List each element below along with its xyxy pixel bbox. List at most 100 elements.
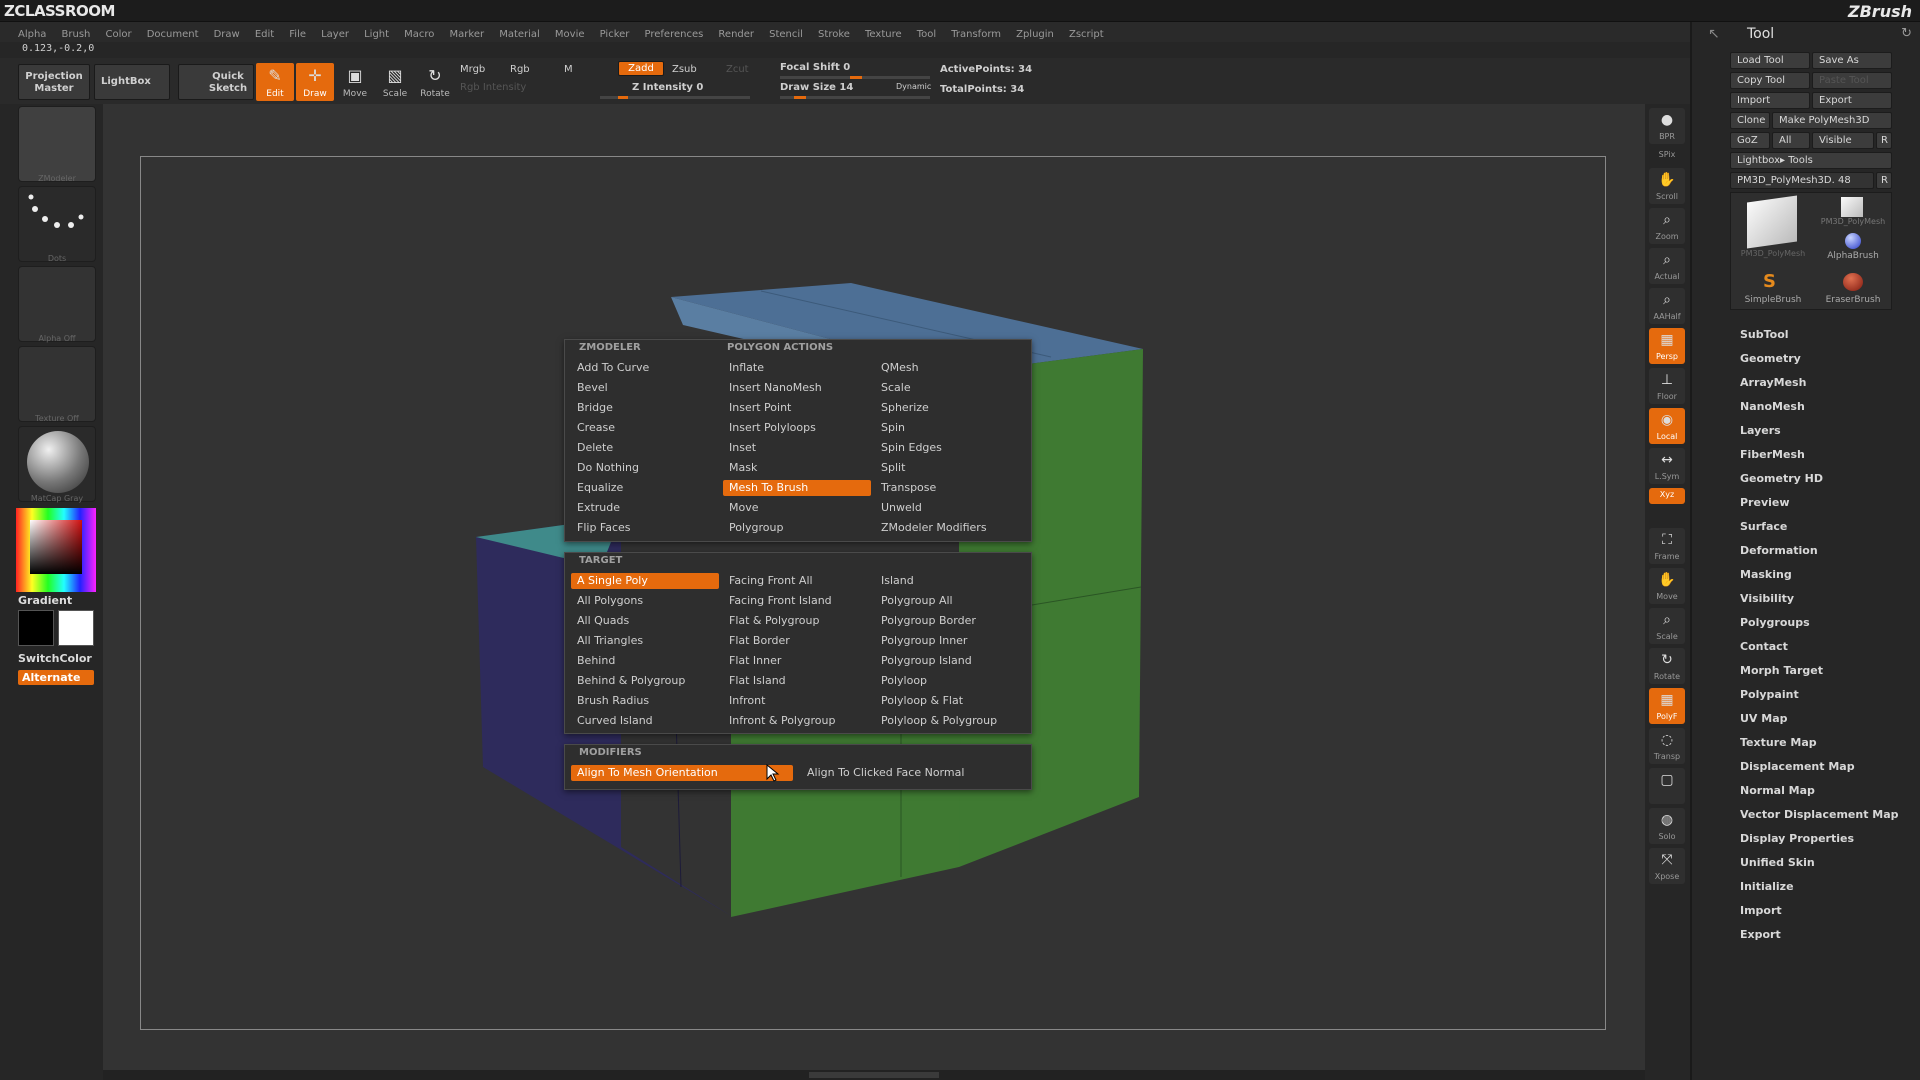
lightbox-button[interactable]: LightBox [94, 64, 170, 100]
persp-button[interactable]: ▦ Persp [1649, 328, 1685, 364]
menu-stencil[interactable]: Stencil [769, 25, 803, 45]
actions-item-do-nothing[interactable]: Do Nothing [571, 460, 719, 476]
targets-item-polygroup-island[interactable]: Polygroup Island [875, 653, 1025, 669]
rotate-button[interactable]: ↻ Rotate [1649, 648, 1685, 684]
targets-item-infront-polygroup[interactable]: Infront & Polygroup [723, 713, 871, 729]
draw-size-slider[interactable]: Draw Size 14 [780, 82, 853, 93]
tool-section-preview[interactable]: Preview [1740, 496, 1790, 509]
gradient-label[interactable]: Gradient [18, 594, 72, 607]
scale-button[interactable]: ▧ Scale [376, 63, 414, 101]
tool-section-displacement-map[interactable]: Displacement Map [1740, 760, 1855, 773]
actions-item-insert-nanomesh[interactable]: Insert NanoMesh [723, 380, 871, 396]
texture-thumbnail[interactable]: Texture Off [18, 346, 96, 423]
targets-item-flat-island[interactable]: Flat Island [723, 673, 871, 689]
refresh-icon[interactable]: ↻ [1901, 26, 1912, 41]
simplebrush-thumb[interactable]: S SimpleBrush [1733, 271, 1813, 309]
secondary-color-swatch[interactable] [18, 610, 54, 646]
zcut-toggle[interactable]: Zcut [726, 64, 749, 75]
actions-item-spherize[interactable]: Spherize [875, 400, 1025, 416]
tool-section-export[interactable]: Export [1740, 928, 1781, 941]
quick-sketch-button[interactable]: Quick Sketch [178, 64, 254, 100]
current-tool-slider[interactable]: PM3D_PolyMesh3D. 48 [1730, 172, 1874, 189]
targets-item-polygroup-all[interactable]: Polygroup All [875, 593, 1025, 609]
copy-tool-button[interactable]: Copy Tool [1730, 72, 1810, 89]
focal-shift-slider[interactable]: Focal Shift 0 [780, 62, 850, 73]
actions-item-flip-faces[interactable]: Flip Faces [571, 520, 719, 536]
alpha-thumbnail[interactable]: Alpha Off [18, 266, 96, 343]
ghost-button[interactable]: ▢ [1649, 768, 1685, 804]
tool-section-display-properties[interactable]: Display Properties [1740, 832, 1854, 845]
xpose-button[interactable]: ⤧ Xpose [1649, 848, 1685, 884]
tool-section-polypaint[interactable]: Polypaint [1740, 688, 1799, 701]
xyz-button[interactable]: ✕Xyz [1649, 488, 1685, 504]
tool-section-geometry[interactable]: Geometry [1740, 352, 1801, 365]
focal-shift-knob[interactable] [850, 76, 862, 79]
aahalf-button[interactable]: ⌕ AAHalf [1649, 288, 1685, 324]
goz-r-button[interactable]: R [1876, 132, 1892, 149]
menu-light[interactable]: Light [364, 25, 389, 45]
menu-texture[interactable]: Texture [865, 25, 902, 45]
draw-button[interactable]: ✛ Draw [296, 63, 334, 101]
spix-button[interactable]: SPix [1649, 148, 1685, 164]
scale-button[interactable]: ⌕ Scale [1649, 608, 1685, 644]
targets-item-brush-radius[interactable]: Brush Radius [571, 693, 719, 709]
menu-transform[interactable]: Transform [951, 25, 1001, 45]
tool-section-surface[interactable]: Surface [1740, 520, 1787, 533]
tool-section-nanomesh[interactable]: NanoMesh [1740, 400, 1805, 413]
targets-item-behind[interactable]: Behind [571, 653, 719, 669]
draw-size-knob[interactable] [794, 96, 806, 99]
actions-item-insert-point[interactable]: Insert Point [723, 400, 871, 416]
menu-draw[interactable]: Draw [214, 25, 240, 45]
z-intensity-slider[interactable]: Z Intensity 0 [632, 82, 703, 93]
targets-item-polyloop-flat[interactable]: Polyloop & Flat [875, 693, 1025, 709]
targets-item-polygroup-border[interactable]: Polygroup Border [875, 613, 1025, 629]
menu-movie[interactable]: Movie [555, 25, 585, 45]
targets-item-curved-island[interactable]: Curved Island [571, 713, 719, 729]
stroke-thumbnail[interactable]: Dots [18, 186, 96, 263]
tool-section-visibility[interactable]: Visibility [1740, 592, 1794, 605]
color-square[interactable] [30, 520, 82, 574]
mrgb-toggle[interactable]: Mrgb [460, 64, 485, 75]
actions-item-move[interactable]: Move [723, 500, 871, 516]
menu-tool[interactable]: Tool [917, 25, 936, 45]
goz-visible-button[interactable]: Visible [1812, 132, 1874, 149]
tool-section-vector-displacement-map[interactable]: Vector Displacement Map [1740, 808, 1899, 821]
zsub-toggle[interactable]: Zsub [672, 64, 697, 75]
modifier-align-to-mesh-orientation[interactable]: Align To Mesh Orientation [571, 765, 793, 781]
paste-tool-button[interactable]: Paste Tool [1812, 72, 1892, 89]
targets-item-flat-polygroup[interactable]: Flat & Polygroup [723, 613, 871, 629]
eraserbrush-thumb[interactable]: EraserBrush [1813, 271, 1893, 309]
bottom-tray-handle[interactable] [809, 1072, 939, 1078]
actions-item-polygroup[interactable]: Polygroup [723, 520, 871, 536]
menu-marker[interactable]: Marker [450, 25, 485, 45]
save-as-button[interactable]: Save As [1812, 52, 1892, 69]
tool-section-polygroups[interactable]: Polygroups [1740, 616, 1810, 629]
actions-item-delete[interactable]: Delete [571, 440, 719, 456]
zadd-toggle[interactable]: Zadd [618, 61, 664, 76]
m-toggle[interactable]: M [564, 64, 573, 75]
actions-item-spin[interactable]: Spin [875, 420, 1025, 436]
menu-picker[interactable]: Picker [600, 25, 630, 45]
actions-item-extrude[interactable]: Extrude [571, 500, 719, 516]
tool-section-import[interactable]: Import [1740, 904, 1782, 917]
polymesh-thumb-large[interactable]: PM3D_PolyMesh [1733, 195, 1813, 258]
frame-button[interactable]: ⛶ Frame [1649, 528, 1685, 564]
actions-item-insert-polyloops[interactable]: Insert Polyloops [723, 420, 871, 436]
targets-item-behind-polygroup[interactable]: Behind & Polygroup [571, 673, 719, 689]
lightbox-tools-button[interactable]: Lightbox▸ Tools [1730, 152, 1892, 169]
targets-item-polyloop[interactable]: Polyloop [875, 673, 1025, 689]
edit-button[interactable]: ✎ Edit [256, 63, 294, 101]
alphabrush-thumb[interactable]: AlphaBrush [1813, 231, 1893, 263]
targets-item-facing-front-all[interactable]: Facing Front All [723, 573, 871, 589]
tool-section-texture-map[interactable]: Texture Map [1740, 736, 1817, 749]
menu-zplugin[interactable]: Zplugin [1016, 25, 1054, 45]
actions-item-unweld[interactable]: Unweld [875, 500, 1025, 516]
transp-button[interactable]: ◌ Transp [1649, 728, 1685, 764]
targets-item-polyloop-polygroup[interactable]: Polyloop & Polygroup [875, 713, 1025, 729]
menu-document[interactable]: Document [147, 25, 199, 45]
menu-alpha[interactable]: Alpha [18, 25, 46, 45]
tool-section-initialize[interactable]: Initialize [1740, 880, 1794, 893]
tool-section-unified-skin[interactable]: Unified Skin [1740, 856, 1815, 869]
actions-item-zmodeler-modifiers[interactable]: ZModeler Modifiers [875, 520, 1025, 536]
actions-item-add-to-curve[interactable]: Add To Curve [571, 360, 719, 376]
